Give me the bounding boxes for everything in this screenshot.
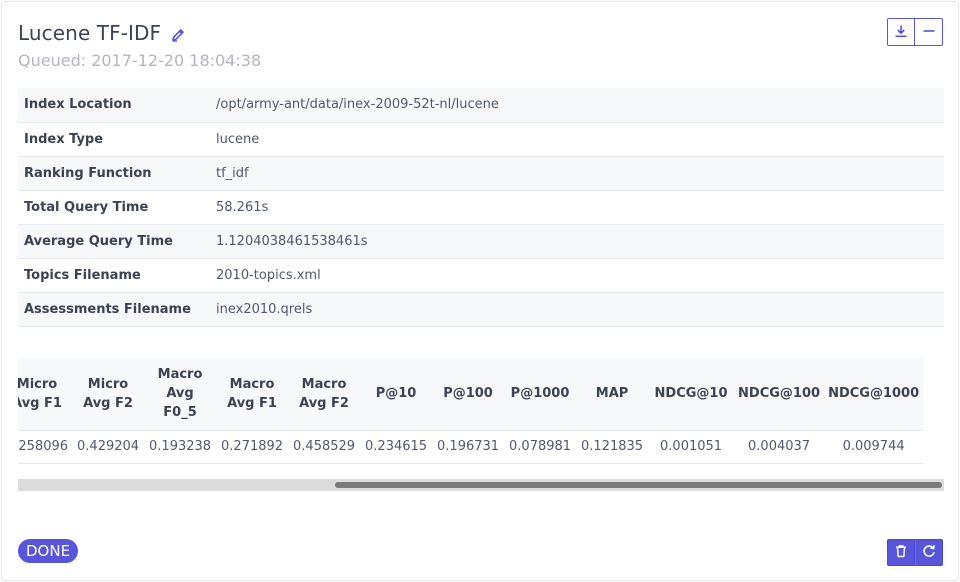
info-label: Index Type bbox=[18, 122, 210, 157]
info-row: Assessments Filename inex2010.qrels bbox=[18, 292, 944, 327]
metric-value: 0.078981 bbox=[504, 430, 577, 464]
metrics-header-row: Micro Avg F1Micro Avg F2Macro Avg F0_5Ma… bbox=[18, 358, 924, 431]
delete-button[interactable] bbox=[887, 539, 915, 566]
metric-value: 0.004037 bbox=[734, 430, 825, 464]
info-label: Index Location bbox=[18, 88, 210, 123]
info-value: lucene bbox=[210, 122, 944, 157]
metric-value: 0.258096 bbox=[18, 430, 73, 464]
header-actions bbox=[887, 18, 943, 46]
download-button[interactable] bbox=[887, 18, 915, 46]
metric-header: NDCG@100 bbox=[734, 358, 825, 431]
queued-timestamp: Queued: 2017-12-20 18:04:38 bbox=[18, 51, 262, 70]
info-value: 1.1204038461538461s bbox=[210, 224, 944, 259]
metric-value: 0.234615 bbox=[360, 430, 433, 464]
metric-header: NDCG@10 bbox=[648, 358, 735, 431]
scrollbar-thumb[interactable] bbox=[335, 482, 942, 488]
minus-icon bbox=[922, 23, 936, 42]
info-value: 58.261s bbox=[210, 190, 944, 225]
refresh-icon bbox=[922, 543, 936, 562]
info-value: tf_idf bbox=[210, 156, 944, 191]
download-icon bbox=[894, 23, 908, 42]
metrics-values-row: 0.2580960.4292040.1932380.2718920.458529… bbox=[18, 430, 924, 464]
run-info-table: Index Location/opt/army-ant/data/inex-20… bbox=[18, 88, 944, 327]
metric-header: P@100 bbox=[432, 358, 505, 431]
info-label: Ranking Function bbox=[18, 156, 210, 191]
trash-icon bbox=[894, 543, 908, 562]
metric-header: Micro Avg F1 bbox=[18, 358, 73, 431]
refresh-button[interactable] bbox=[915, 539, 943, 566]
metric-value: 0.429204 bbox=[72, 430, 145, 464]
metric-header: MAP bbox=[576, 358, 649, 431]
metrics-scroll-area[interactable]: Micro Avg F1Micro Avg F2Macro Avg F0_5Ma… bbox=[18, 358, 944, 464]
info-label: Topics Filename bbox=[18, 258, 210, 293]
metric-header: Macro Avg F1 bbox=[216, 358, 289, 431]
collapse-button[interactable] bbox=[915, 18, 943, 46]
metric-value: 0.193238 bbox=[144, 430, 217, 464]
info-label: Total Query Time bbox=[18, 190, 210, 225]
horizontal-scrollbar[interactable] bbox=[18, 479, 944, 491]
info-value: /opt/army-ant/data/inex-2009-52t-nl/luce… bbox=[210, 88, 944, 123]
metric-value: 0.271892 bbox=[216, 430, 289, 464]
info-row: Index Location/opt/army-ant/data/inex-20… bbox=[18, 88, 944, 123]
info-value: 2010-topics.xml bbox=[210, 258, 944, 293]
info-row: Index Type lucene bbox=[18, 122, 944, 157]
metric-header: P@1000 bbox=[504, 358, 577, 431]
info-label: Average Query Time bbox=[18, 224, 210, 259]
task-title: Lucene TF-IDF bbox=[18, 21, 162, 45]
info-row: Topics Filename 2010-topics.xml bbox=[18, 258, 944, 293]
status-badge: DONE bbox=[18, 539, 79, 563]
metric-value: 0.009744 bbox=[824, 430, 924, 464]
metric-header: Macro Avg F0_5 bbox=[144, 358, 217, 431]
pencil-icon[interactable] bbox=[170, 27, 186, 43]
title-row: Lucene TF-IDF bbox=[18, 21, 186, 45]
metrics-table: Micro Avg F1Micro Avg F2Macro Avg F0_5Ma… bbox=[18, 358, 924, 464]
info-row: Average Query Time 1.1204038461538461s bbox=[18, 224, 944, 259]
info-row: Ranking Function tf_idf bbox=[18, 156, 944, 191]
metric-header: NDCG@1000 bbox=[824, 358, 924, 431]
metric-header: Micro Avg F2 bbox=[72, 358, 145, 431]
metric-header: P@10 bbox=[360, 358, 433, 431]
task-card: Lucene TF-IDF Queued: 2017-12-20 18:04:3… bbox=[1, 1, 959, 581]
metric-header: Macro Avg F2 bbox=[288, 358, 361, 431]
info-row: Total Query Time 58.261s bbox=[18, 190, 944, 225]
footer-actions bbox=[887, 539, 943, 566]
metric-value: 0.121835 bbox=[576, 430, 649, 464]
metric-value: 0.001051 bbox=[648, 430, 735, 464]
info-value: inex2010.qrels bbox=[210, 292, 944, 327]
metric-value: 0.458529 bbox=[288, 430, 361, 464]
info-label: Assessments Filename bbox=[18, 292, 210, 327]
metric-value: 0.196731 bbox=[432, 430, 505, 464]
